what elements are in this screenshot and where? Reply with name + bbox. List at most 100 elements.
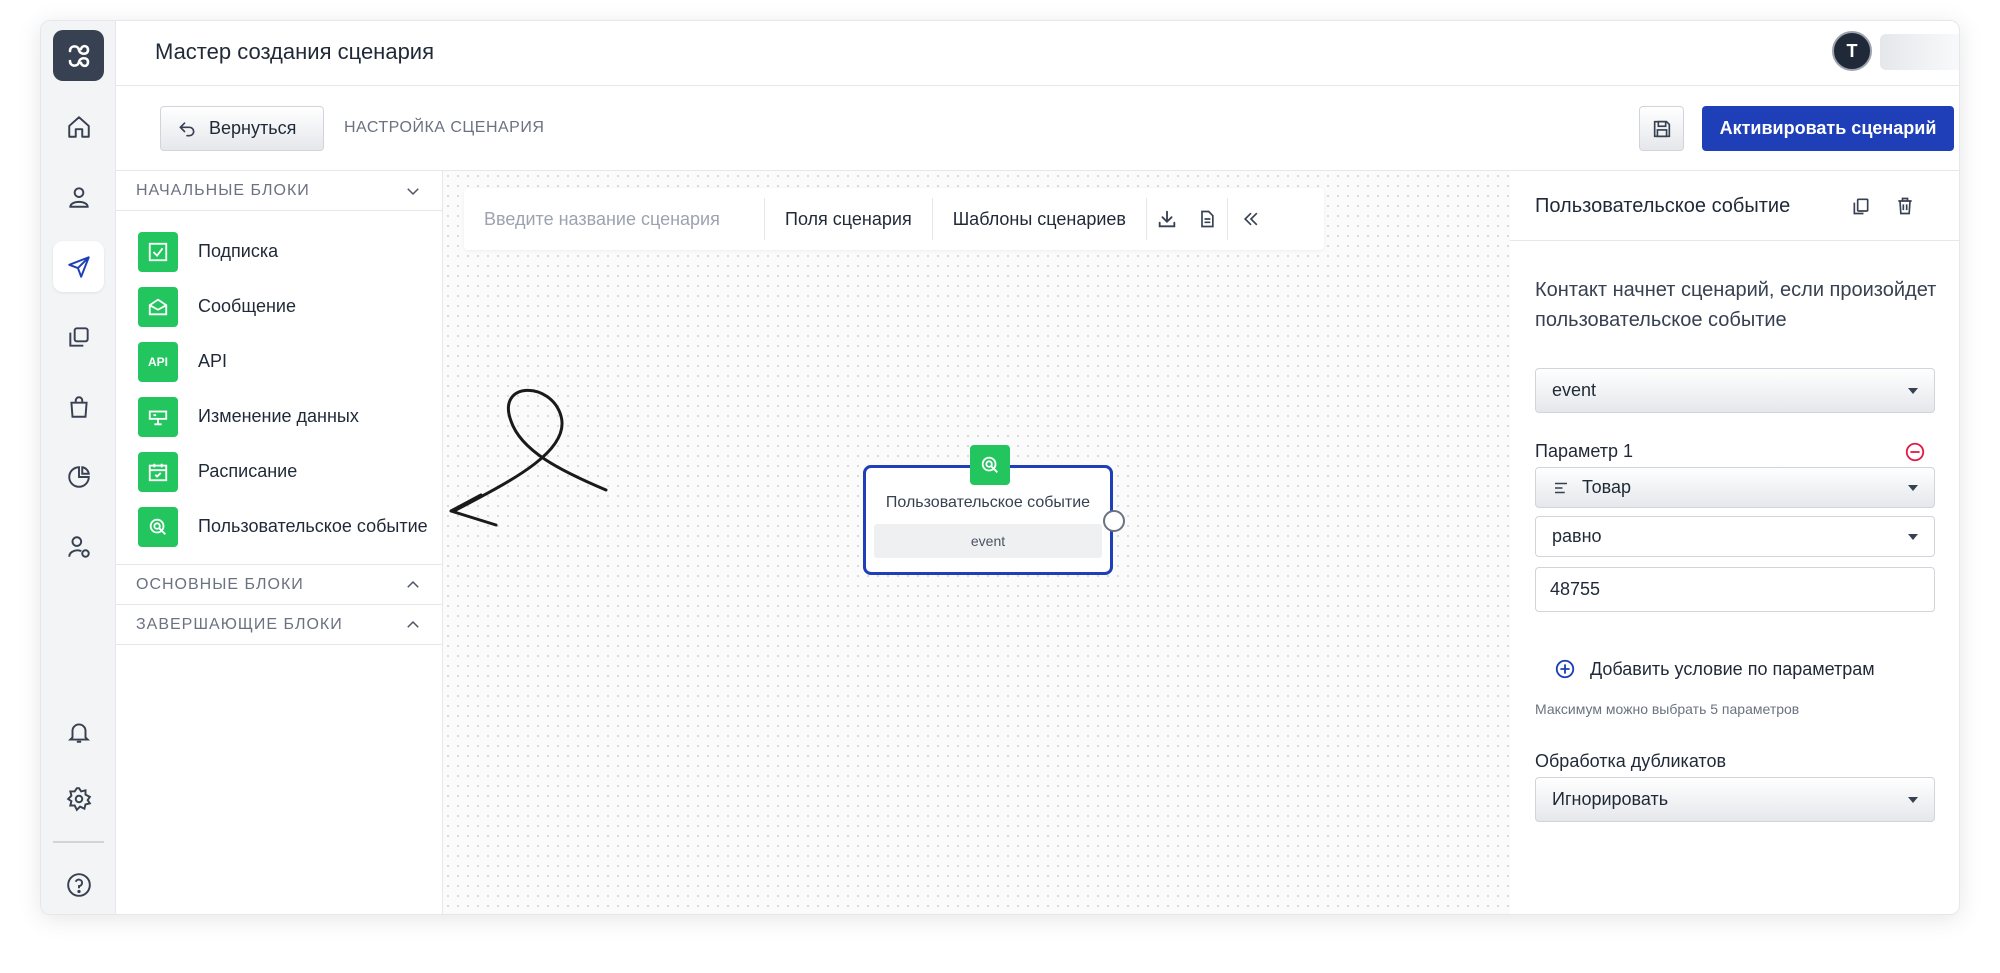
add-condition-button[interactable]: Добавить условие по параметрам xyxy=(1554,658,1875,680)
param-field-value: Товар xyxy=(1582,477,1631,497)
collapse-panel-button[interactable] xyxy=(1228,209,1274,229)
home-icon xyxy=(67,115,90,138)
nav-scenarios[interactable] xyxy=(53,241,104,292)
scenario-canvas[interactable]: Поля сценария Шаблоны сценариев Пользова… xyxy=(443,171,1510,914)
chevron-down-icon xyxy=(407,187,419,195)
back-button-label: Вернуться xyxy=(209,118,297,138)
nav-notifications[interactable] xyxy=(53,706,104,757)
canvas-toolbar: Поля сценария Шаблоны сценариев xyxy=(464,188,1324,250)
caret-down-icon xyxy=(1908,387,1918,394)
start-blocks-list: Подписка Сообщение API API Изменение дан… xyxy=(116,211,442,565)
download-button[interactable] xyxy=(1147,208,1187,230)
block-item-message[interactable]: Сообщение xyxy=(116,279,442,334)
delete-block-button[interactable] xyxy=(1894,195,1916,217)
nav-contacts[interactable] xyxy=(53,171,104,222)
block-item-label: Пользовательское событие xyxy=(198,516,428,536)
section-main-blocks[interactable]: ОСНОВНЫЕ БЛОКИ xyxy=(116,565,442,605)
send-icon xyxy=(67,255,90,278)
user-gear-icon xyxy=(67,535,90,558)
remove-param-button[interactable] xyxy=(1904,441,1926,463)
click-event-icon xyxy=(138,506,178,547)
caret-down-icon xyxy=(1908,796,1918,803)
text-lines-icon xyxy=(1555,482,1567,493)
block-item-label: Сообщение xyxy=(198,296,296,316)
nav-settings[interactable] xyxy=(53,773,104,824)
block-item-label: API xyxy=(198,351,228,371)
document-icon xyxy=(1201,210,1214,228)
help-icon xyxy=(66,872,91,897)
nav-help[interactable] xyxy=(53,859,104,910)
gear-icon xyxy=(66,786,91,811)
breadcrumb: НАСТРОЙКА СЦЕНАРИЯ xyxy=(344,119,545,136)
export-document-button[interactable] xyxy=(1187,208,1227,230)
node-output-port[interactable] xyxy=(1103,510,1125,532)
event-select-value: event xyxy=(1552,380,1597,400)
node-event-tag: event xyxy=(874,524,1102,558)
rail-divider xyxy=(53,841,104,843)
data-edit-icon xyxy=(138,396,178,437)
shopping-bag-icon xyxy=(69,395,88,418)
bell-icon xyxy=(67,722,90,743)
block-item-schedule[interactable]: Расписание xyxy=(116,444,442,499)
add-condition-label: Добавить условие по параметрам xyxy=(1590,658,1875,679)
section-final-title: ЗАВЕРШАЮЩИЕ БЛОКИ xyxy=(136,615,343,633)
block-item-api[interactable]: API API xyxy=(116,334,442,389)
block-item-label: Подписка xyxy=(198,241,279,261)
save-button[interactable] xyxy=(1639,106,1684,151)
event-select[interactable]: event xyxy=(1535,368,1935,413)
activate-scenario-button[interactable]: Активировать сценарий xyxy=(1702,106,1954,151)
calendar-icon xyxy=(138,451,178,492)
duplicate-block-button[interactable] xyxy=(1850,195,1872,217)
scenario-fields-button[interactable]: Поля сценария xyxy=(765,209,932,230)
user-name-blurred[interactable] xyxy=(1880,34,1959,70)
block-item-data-change[interactable]: Изменение данных xyxy=(116,389,442,444)
blocks-panel: НАЧАЛЬНЫЕ БЛОКИ Подписка Сообщение API A… xyxy=(116,171,443,914)
nav-user-settings[interactable] xyxy=(53,521,104,572)
scenario-node-custom-event[interactable]: Пользовательское событие event xyxy=(863,445,1125,575)
block-item-label: Расписание xyxy=(198,461,298,481)
section-start-blocks[interactable]: НАЧАЛЬНЫЕ БЛОКИ xyxy=(116,171,442,211)
block-item-custom-event[interactable]: Пользовательское событие xyxy=(116,499,442,554)
caret-down-icon xyxy=(1908,484,1918,491)
app-window: Мастер создания сценария T Вернуться НАС… xyxy=(40,20,1960,915)
duplicates-label: Обработка дубликатов xyxy=(1535,751,1727,771)
logo-icon xyxy=(68,44,89,67)
section-final-blocks[interactable]: ЗАВЕРШАЮЩИЕ БЛОКИ xyxy=(116,605,442,645)
properties-panel: Пользовательское событие Контакт начнет … xyxy=(1510,171,1959,914)
minus-circle-icon xyxy=(1905,442,1925,462)
download-icon xyxy=(1158,210,1176,228)
caret-down-icon xyxy=(1908,533,1918,540)
duplicates-select[interactable]: Игнорировать xyxy=(1535,777,1935,822)
chevron-up-icon xyxy=(407,580,419,588)
param-value-input[interactable]: 48755 xyxy=(1535,567,1935,612)
app-logo[interactable] xyxy=(53,30,104,81)
avatar[interactable]: T xyxy=(1832,31,1872,71)
block-item-subscription[interactable]: Подписка xyxy=(116,224,442,279)
floppy-disk-icon xyxy=(1653,120,1670,137)
section-main-title: ОСНОВНЫЕ БЛОКИ xyxy=(136,575,304,593)
nav-analytics[interactable] xyxy=(53,451,104,502)
click-event-icon xyxy=(970,445,1010,485)
scenario-toolbar: Вернуться НАСТРОЙКА СЦЕНАРИЯ Активироват… xyxy=(116,86,1959,171)
param-field-select[interactable]: Товар xyxy=(1535,467,1935,508)
node-title: Пользовательское событие xyxy=(885,494,1091,511)
properties-header: Пользовательское событие xyxy=(1510,171,1959,241)
trigger-description: Контакт начнет сценарий, если произойдет… xyxy=(1535,279,1937,331)
chevron-up-icon xyxy=(407,620,419,628)
nav-templates[interactable] xyxy=(53,311,104,362)
user-icon xyxy=(68,186,89,208)
nav-shop[interactable] xyxy=(53,381,104,432)
top-header: Мастер создания сценария T xyxy=(116,21,1959,86)
envelope-open-icon xyxy=(138,286,178,327)
nav-home[interactable] xyxy=(53,101,104,152)
operator-select[interactable]: равно xyxy=(1535,516,1935,557)
page-title: Мастер создания сценария xyxy=(155,39,435,64)
back-button[interactable]: Вернуться xyxy=(160,106,324,151)
scenario-name-input[interactable] xyxy=(464,188,764,250)
trash-icon xyxy=(1898,197,1912,215)
operator-value: равно xyxy=(1552,526,1602,546)
duplicates-value: Игнорировать xyxy=(1552,789,1669,809)
section-start-title: НАЧАЛЬНЫЕ БЛОКИ xyxy=(136,181,310,199)
scenario-templates-button[interactable]: Шаблоны сценариев xyxy=(933,209,1146,230)
api-icon: API xyxy=(138,341,178,382)
